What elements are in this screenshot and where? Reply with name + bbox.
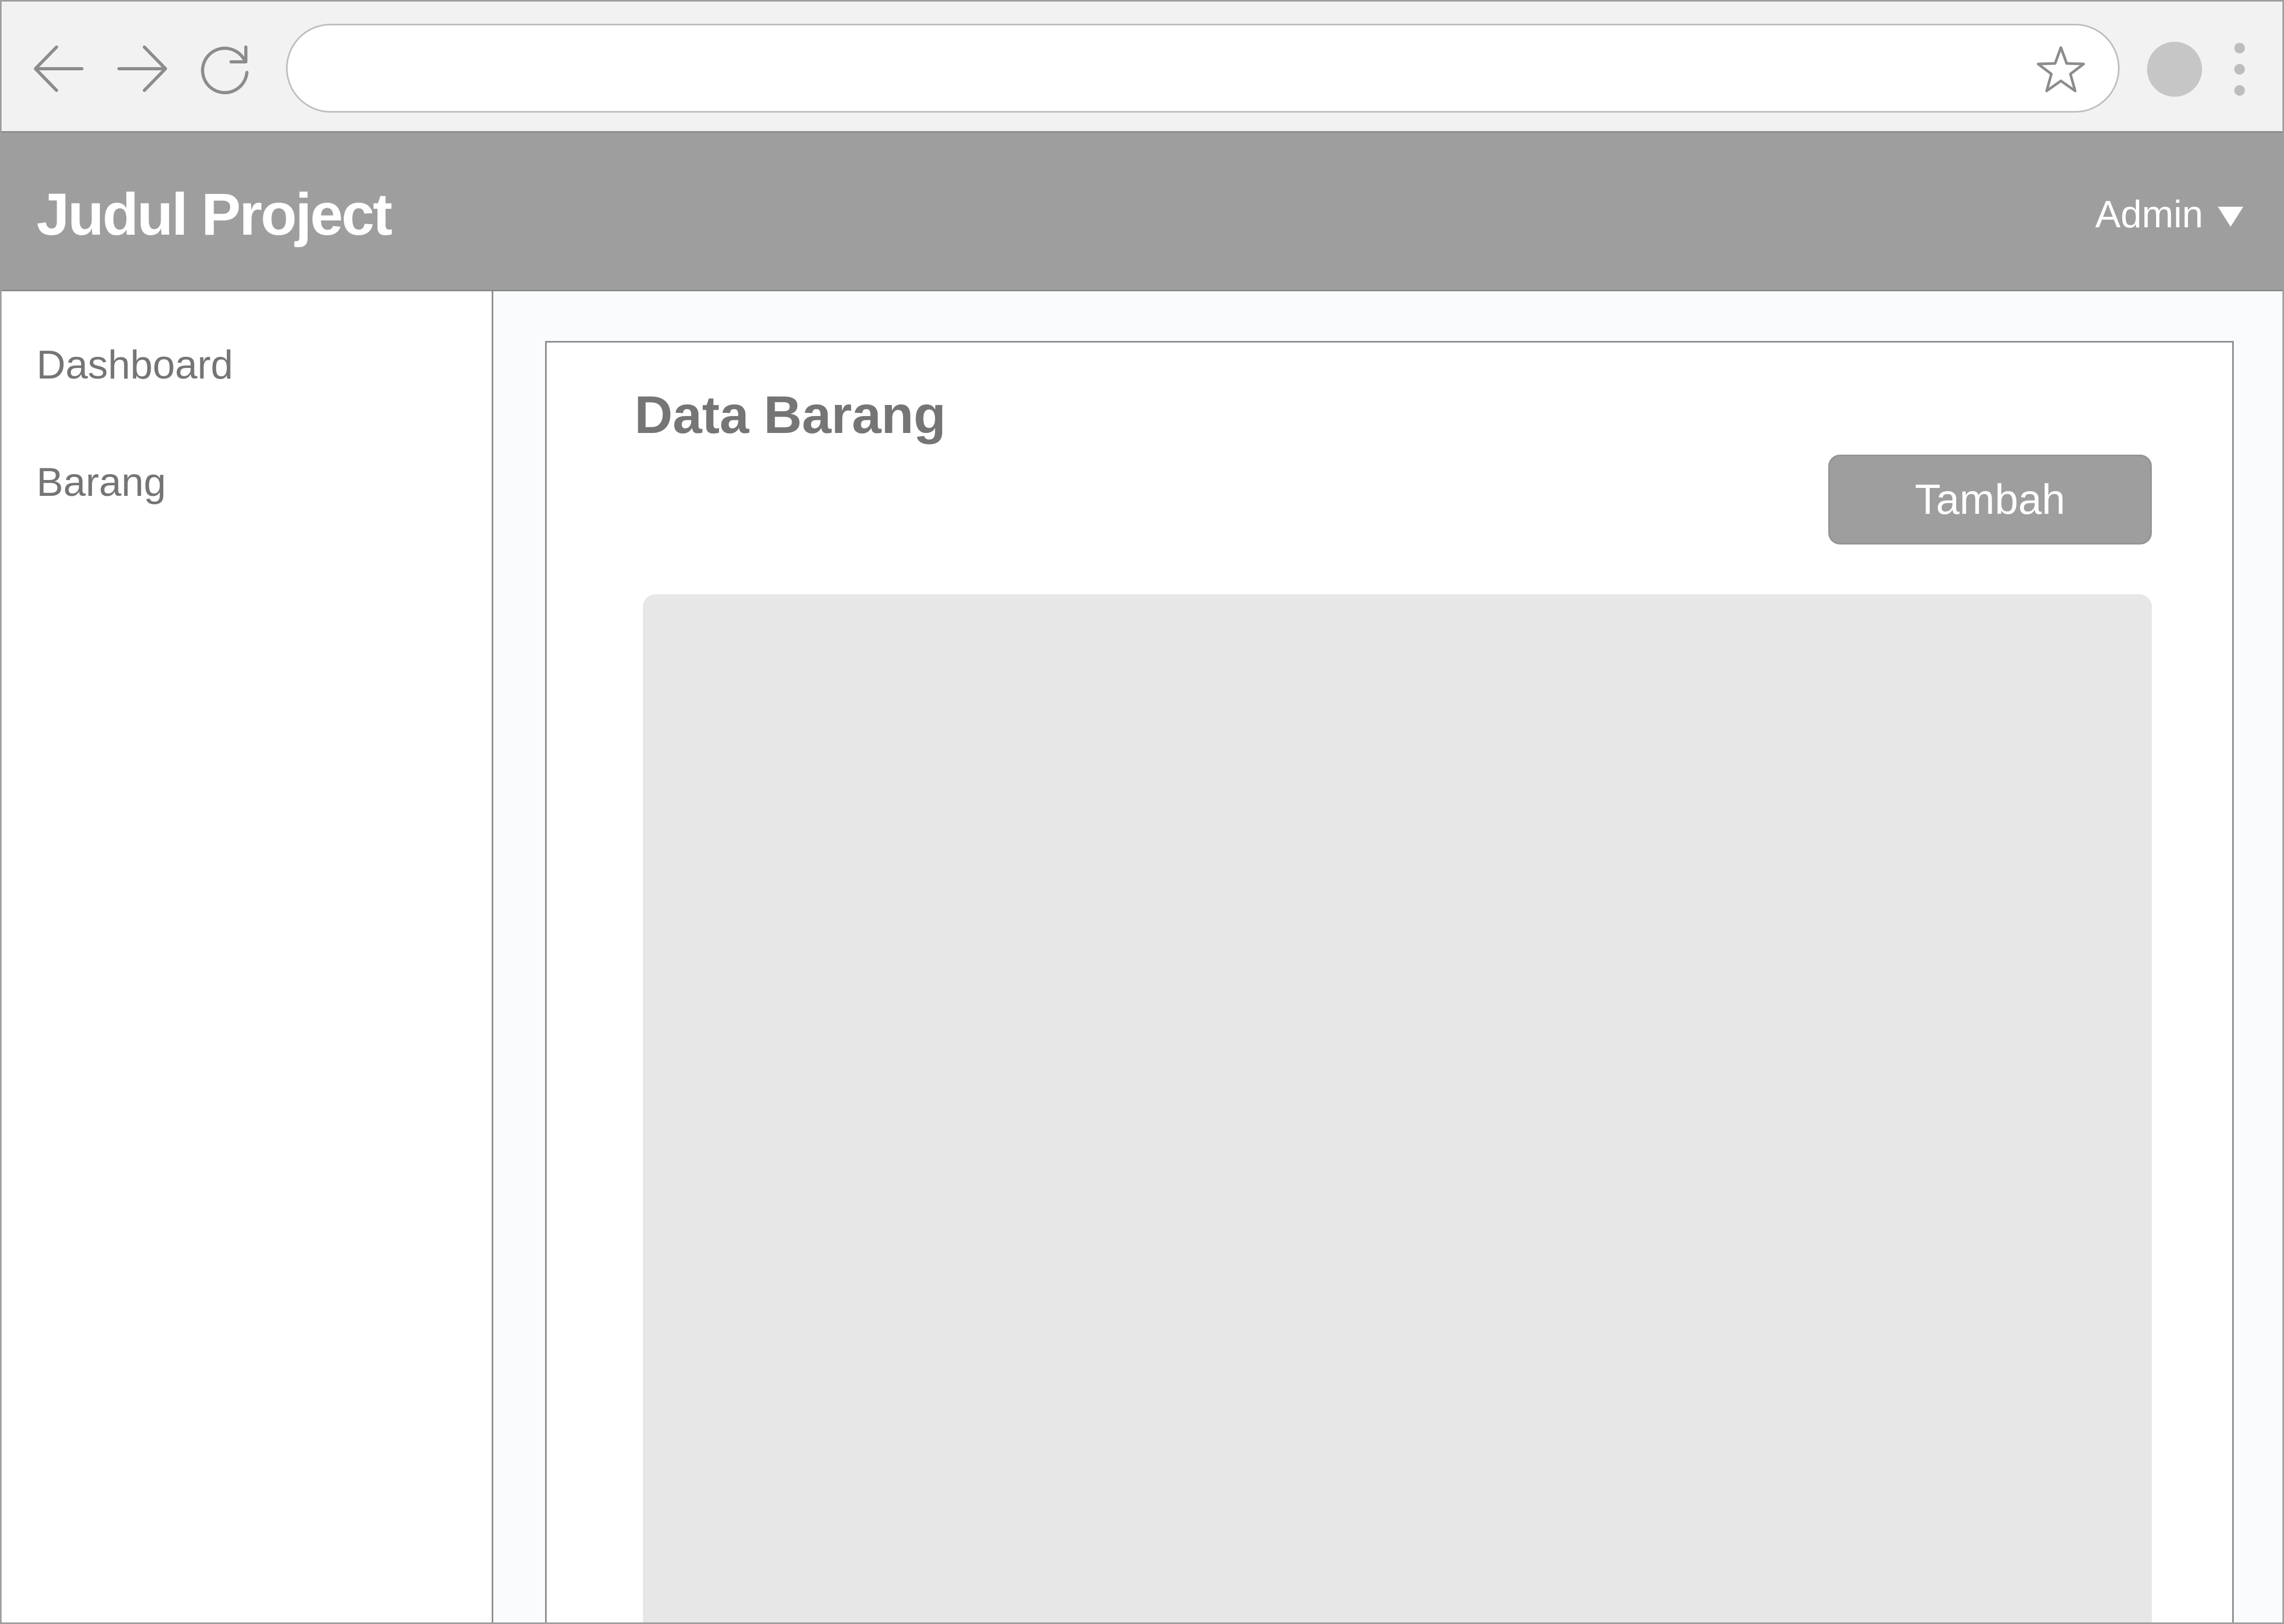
profile-avatar-icon[interactable]	[2147, 42, 2202, 97]
user-name: Admin	[2095, 193, 2203, 236]
app-window: Judul Project Admin Dashboard Barang Dat…	[0, 0, 2284, 1624]
main-content: Data Barang Tambah	[493, 291, 2282, 1622]
bookmark-star-icon[interactable]	[2034, 43, 2087, 96]
sidebar-item-dashboard[interactable]: Dashboard	[36, 342, 233, 388]
add-button[interactable]: Tambah	[1828, 455, 2152, 545]
sidebar-item-barang[interactable]: Barang	[36, 459, 166, 505]
app-title: Judul Project	[36, 181, 392, 247]
address-bar[interactable]	[286, 24, 2120, 113]
sidebar: Dashboard Barang	[2, 291, 493, 1622]
user-menu[interactable]: Admin	[2095, 193, 2243, 236]
caret-down-icon	[2218, 207, 2243, 227]
kebab-menu-icon[interactable]	[2232, 43, 2248, 96]
page-title: Data Barang	[634, 385, 946, 445]
browser-toolbar	[2, 2, 2282, 133]
table-placeholder	[643, 594, 2152, 1622]
back-arrow-icon[interactable]	[29, 40, 87, 98]
forward-arrow-icon[interactable]	[114, 40, 172, 98]
reload-icon[interactable]	[196, 40, 254, 98]
app-header: Judul Project Admin	[2, 133, 2282, 291]
content-card: Data Barang Tambah	[545, 341, 2234, 1622]
